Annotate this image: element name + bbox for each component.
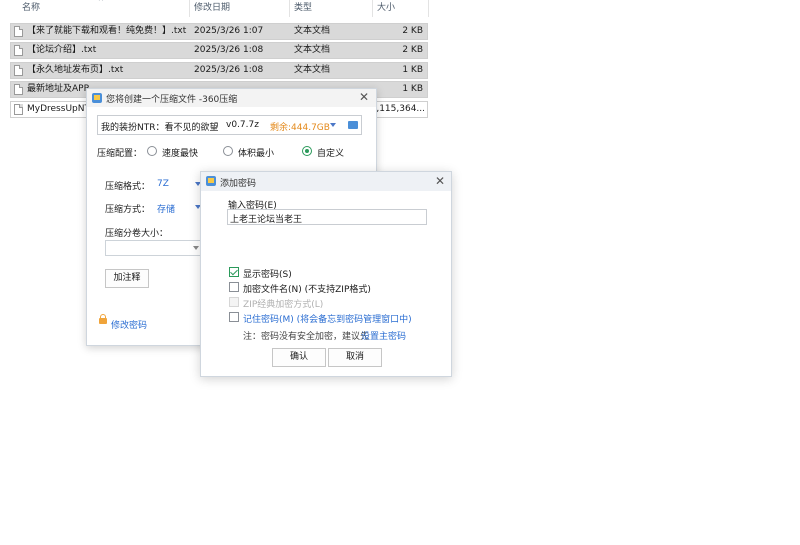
method-label: 压缩方式： <box>105 205 151 215</box>
option-custom-label[interactable]: 自定义 <box>317 146 344 159</box>
column-divider[interactable] <box>289 0 290 17</box>
360zip-app-icon <box>206 176 216 186</box>
file-type: 文本文档 <box>294 45 331 55</box>
password-input[interactable]: 上老王论坛当老王 <box>227 209 427 225</box>
file-date: 2025/3/26 1:08 <box>194 45 264 55</box>
file-name: 【论坛介绍】.txt <box>27 45 97 55</box>
cancel-button[interactable]: 取消 <box>328 348 382 367</box>
text-file-icon <box>14 26 23 37</box>
file-size: 2 KB <box>402 26 423 36</box>
file-row[interactable]: 【永久地址发布页】.txt 2025/3/26 1:08 文本文档 1 KB <box>10 62 428 79</box>
remember-password-label[interactable]: 记住密码(M) (将会备忘到密码管理窗口中) <box>243 312 412 325</box>
format-label: 压缩格式： <box>105 182 151 192</box>
text-file-icon <box>14 84 23 95</box>
security-note: 注：密码没有安全加密，建议先 <box>243 332 370 342</box>
file-name: 【永久地址发布页】.txt <box>27 65 124 75</box>
column-header-size[interactable]: 大小 <box>377 0 395 17</box>
remember-password-checkbox[interactable] <box>229 312 239 322</box>
split-size-dropdown-icon[interactable] <box>193 246 199 250</box>
split-size-label: 压缩分卷大小： <box>105 229 169 239</box>
change-password-link[interactable]: 修改密码 <box>111 318 147 331</box>
ok-button[interactable]: 确认 <box>272 348 326 367</box>
column-header-name[interactable]: 名称 <box>22 0 40 17</box>
file-size: 1 KB <box>402 65 423 75</box>
folder-icon[interactable] <box>348 121 358 129</box>
column-header-date[interactable]: 修改日期 <box>194 0 230 17</box>
file-date: 2025/3/26 1:08 <box>194 65 264 75</box>
compress-dialog-title: 您将创建一个压缩文件 -360压缩 <box>106 95 238 105</box>
archive-path-text: 我的装扮NTR：看不见的欲望 <box>101 123 219 133</box>
file-name: MyDressUpNT <box>27 104 89 114</box>
close-icon[interactable]: ✕ <box>435 175 445 187</box>
column-divider[interactable] <box>372 0 373 17</box>
password-dialog-titlebar[interactable]: 添加密码 ✕ <box>201 172 451 191</box>
file-type: 文本文档 <box>294 26 331 36</box>
archive-path-field[interactable]: 我的装扮NTR：看不见的欲望 v0.7.7z 剩余:444.7GB <box>97 115 362 135</box>
zip-classic-label: ZIP经典加密方式(L) <box>243 300 324 310</box>
option-smallest-label[interactable]: 体积最小 <box>238 146 274 159</box>
show-password-checkbox[interactable] <box>229 267 239 277</box>
column-divider[interactable] <box>428 0 429 17</box>
split-size-combo[interactable] <box>105 240 201 256</box>
show-password-label[interactable]: 显示密码(S) <box>243 267 292 280</box>
compress-dialog-titlebar[interactable]: 您将创建一个压缩文件 -360压缩 ✕ <box>87 89 376 107</box>
file-name: 【来了就能下载和观看！纯免费！】.txt <box>27 26 187 36</box>
column-header-type[interactable]: 类型 <box>294 0 312 17</box>
file-size: 2 KB <box>402 45 423 55</box>
option-fastest-radio[interactable] <box>147 146 157 156</box>
method-value[interactable]: 存储 <box>157 202 175 215</box>
option-fastest-label[interactable]: 速度最快 <box>162 146 198 159</box>
config-label: 压缩配置： <box>97 149 143 159</box>
free-space-label: 剩余:444.7GB <box>270 123 330 133</box>
format-value[interactable]: 7Z <box>157 179 169 189</box>
text-file-icon <box>14 45 23 56</box>
file-size: 4,115,364... <box>370 104 425 114</box>
password-dialog-title: 添加密码 <box>220 179 257 189</box>
encrypt-filenames-checkbox[interactable] <box>229 282 239 292</box>
zip-classic-checkbox <box>229 297 239 307</box>
add-comment-button[interactable]: 加注释 <box>105 269 149 288</box>
file-icon <box>14 104 23 115</box>
add-password-dialog: 添加密码 ✕ 输入密码(E) 上老王论坛当老王 显示密码(S) 加密文件名(N)… <box>200 171 452 377</box>
file-date: 2025/3/26 1:07 <box>194 26 264 36</box>
text-file-icon <box>14 65 23 76</box>
file-type: 文本文档 <box>294 65 331 75</box>
file-row[interactable]: 【来了就能下载和观看！纯免费！】.txt 2025/3/26 1:07 文本文档… <box>10 23 428 40</box>
option-smallest-radio[interactable] <box>223 146 233 156</box>
sort-caret-icon: ^ <box>98 0 104 6</box>
close-icon[interactable]: ✕ <box>359 91 369 103</box>
password-value: 上老王论坛当老王 <box>230 215 303 225</box>
360zip-app-icon <box>92 93 102 103</box>
lock-shackle <box>100 314 106 319</box>
set-master-password-link[interactable]: 设置主密码 <box>361 329 406 342</box>
file-row[interactable]: 【论坛介绍】.txt 2025/3/26 1:08 文本文档 2 KB <box>10 42 428 59</box>
encrypt-filenames-label[interactable]: 加密文件名(N) (不支持ZIP格式) <box>243 282 371 295</box>
file-size: 1 KB <box>402 84 423 94</box>
archive-path-suffix: v0.7.7z <box>226 120 259 130</box>
option-custom-radio[interactable] <box>302 146 312 156</box>
path-dropdown-icon[interactable] <box>330 123 336 127</box>
column-divider[interactable] <box>189 0 190 17</box>
